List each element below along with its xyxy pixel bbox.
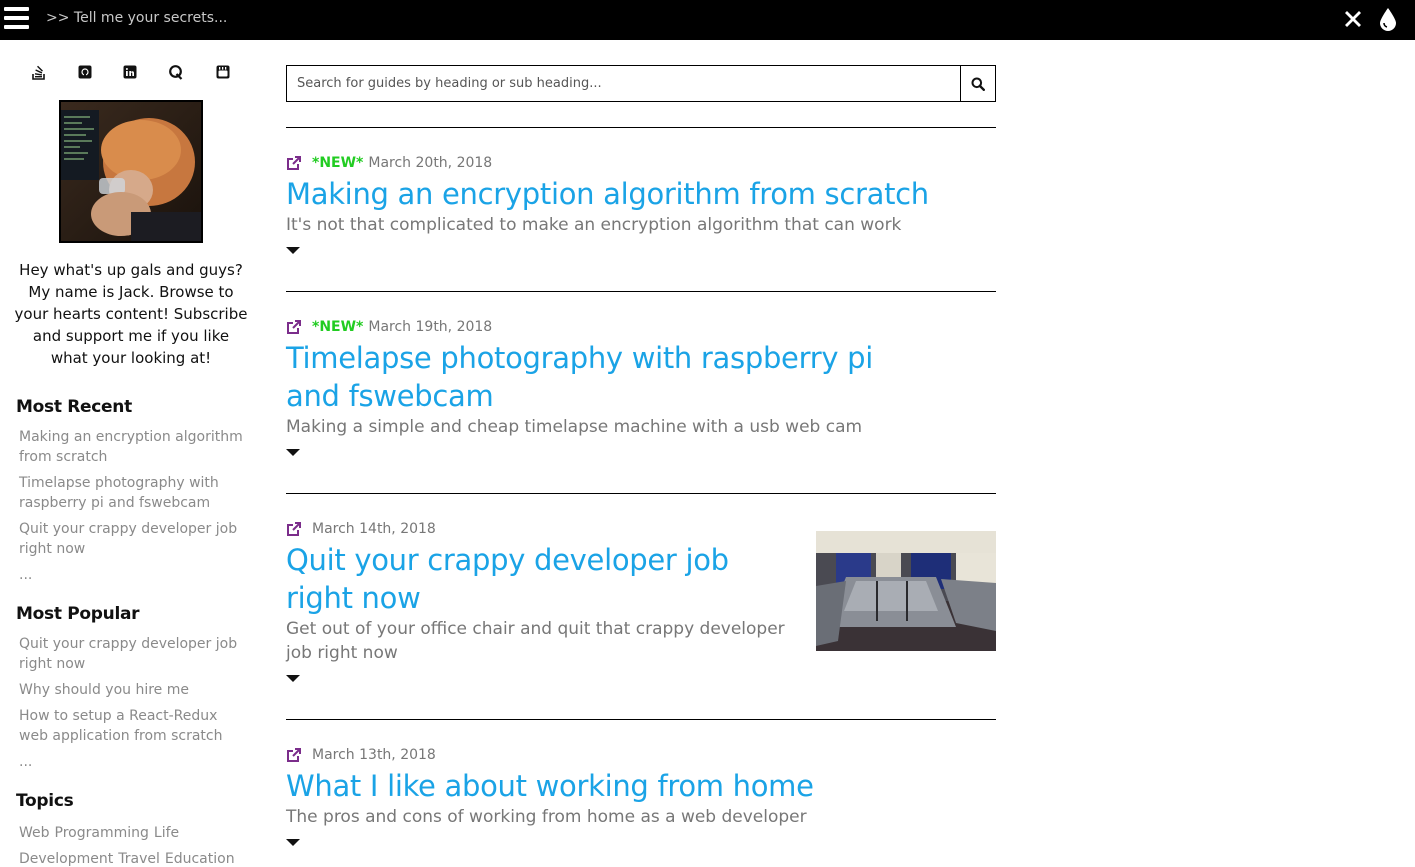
most-recent-list: Making an encryption algorithm from scra… bbox=[19, 427, 249, 585]
search-bar bbox=[286, 65, 996, 102]
topics-list: Web Programming Life Development Travel Educa… bbox=[19, 820, 254, 867]
search-button[interactable] bbox=[960, 66, 995, 101]
caret-down-icon[interactable] bbox=[286, 675, 300, 683]
divider bbox=[286, 127, 996, 128]
quora-icon[interactable] bbox=[167, 62, 185, 82]
stackoverflow-icon[interactable] bbox=[30, 62, 48, 82]
article-date: March 13th, 2018 bbox=[312, 747, 436, 763]
close-icon[interactable] bbox=[1341, 7, 1365, 31]
topic-tag[interactable]: Development bbox=[19, 846, 113, 867]
list-item[interactable]: Why should you hire me bbox=[19, 680, 249, 700]
list-item[interactable]: Timelapse photography with raspberry pi … bbox=[19, 473, 249, 513]
article-card: *NEW* March 20th, 2018 Making an encrypt… bbox=[286, 153, 996, 259]
caret-down-icon[interactable] bbox=[286, 449, 300, 457]
bio-text: Hey what's up gals and guys? My name is … bbox=[14, 261, 248, 367]
article-subtitle: Get out of your office chair and quit th… bbox=[286, 619, 785, 663]
article-thumbnail[interactable] bbox=[816, 531, 996, 651]
caret-down-icon[interactable] bbox=[286, 247, 300, 255]
most-popular-heading: Most Popular bbox=[16, 604, 140, 624]
most-popular-list: Quit your crappy developer job right now… bbox=[19, 634, 249, 772]
divider bbox=[286, 291, 996, 292]
article-subtitle: The pros and cons of working from home a… bbox=[286, 807, 807, 827]
terminal-prompt[interactable]: >> Tell me your secrets... bbox=[46, 10, 227, 26]
topics-heading: Topics bbox=[16, 791, 74, 811]
article-card: *NEW* March 19th, 2018 Timelapse photogr… bbox=[286, 317, 996, 461]
article-meta: *NEW* March 20th, 2018 bbox=[286, 153, 996, 173]
article-date: March 19th, 2018 bbox=[368, 319, 493, 335]
top-bar: >> Tell me your secrets... bbox=[0, 0, 1415, 40]
new-badge: *NEW* bbox=[312, 155, 364, 171]
list-item[interactable]: Making an encryption algorithm from scra… bbox=[19, 427, 249, 467]
search-icon bbox=[971, 77, 985, 91]
topic-tag[interactable]: Web bbox=[19, 820, 50, 846]
external-link-icon[interactable] bbox=[286, 319, 302, 335]
list-item[interactable]: Quit your crappy developer job right now bbox=[19, 519, 249, 559]
article-title[interactable]: Making an encryption algorithm from scra… bbox=[286, 175, 996, 213]
topic-tag[interactable]: Education bbox=[165, 846, 235, 867]
avatar bbox=[59, 100, 203, 243]
article-title[interactable]: What I like about working from home bbox=[286, 767, 996, 805]
topic-tag[interactable]: Life bbox=[154, 820, 179, 846]
external-link-icon[interactable] bbox=[286, 747, 302, 763]
search-input[interactable] bbox=[287, 66, 960, 101]
article-meta: March 13th, 2018 bbox=[286, 745, 996, 765]
list-item[interactable]: How to setup a React-Redux web applicati… bbox=[19, 706, 249, 746]
more-link[interactable]: ... bbox=[19, 752, 249, 772]
article-date: March 20th, 2018 bbox=[368, 155, 493, 171]
article-card: March 14th, 2018 Quit your crappy develo… bbox=[286, 519, 996, 687]
external-link-icon[interactable] bbox=[286, 155, 302, 171]
list-item[interactable]: Quit your crappy developer job right now bbox=[19, 634, 249, 674]
topic-tag[interactable]: Programming bbox=[55, 820, 149, 846]
article-meta: *NEW* March 19th, 2018 bbox=[286, 317, 996, 337]
article-title[interactable]: Quit your crappy developer job right now bbox=[286, 541, 786, 617]
new-badge: *NEW* bbox=[312, 319, 364, 335]
article-subtitle: It's not that complicated to make an enc… bbox=[286, 215, 902, 235]
linkedin-icon[interactable] bbox=[121, 62, 139, 82]
divider bbox=[286, 719, 996, 720]
article-date: March 14th, 2018 bbox=[312, 521, 436, 537]
theme-drop-icon[interactable] bbox=[1378, 6, 1398, 32]
most-recent-heading: Most Recent bbox=[16, 397, 132, 417]
article-subtitle: Making a simple and cheap timelapse mach… bbox=[286, 417, 863, 437]
hamburger-menu-icon[interactable] bbox=[4, 7, 29, 31]
article-title[interactable]: Timelapse photography with raspberry pi … bbox=[286, 339, 896, 415]
more-link[interactable]: ... bbox=[19, 565, 249, 585]
article-card: March 13th, 2018 What I like about worki… bbox=[286, 745, 996, 851]
github-icon[interactable] bbox=[76, 62, 94, 82]
youtube-icon[interactable] bbox=[214, 62, 232, 82]
topic-tag[interactable]: Travel bbox=[118, 846, 160, 867]
divider bbox=[286, 493, 996, 494]
caret-down-icon[interactable] bbox=[286, 839, 300, 847]
external-link-icon[interactable] bbox=[286, 521, 302, 537]
